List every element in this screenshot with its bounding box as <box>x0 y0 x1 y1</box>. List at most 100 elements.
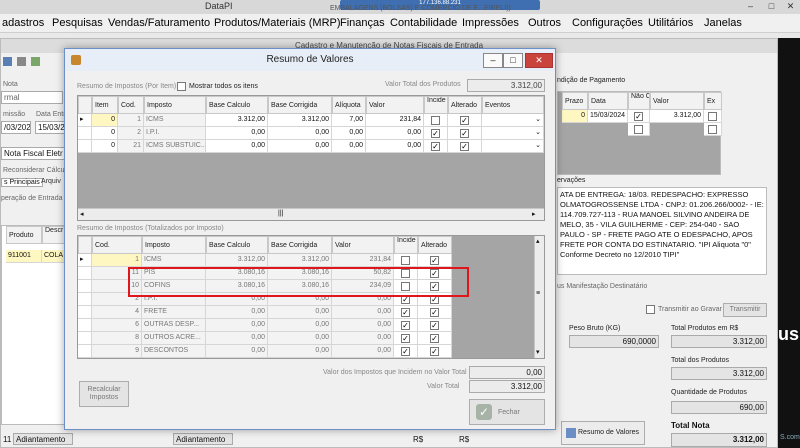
grid2-cod-cell[interactable]: 1 <box>92 254 142 267</box>
grid2-cod-cell[interactable]: 9 <box>92 345 142 358</box>
alterado-checkbox[interactable]: ✓ <box>430 334 439 343</box>
adiantamento-field[interactable]: Adiantamento <box>13 433 73 445</box>
grid1-item-cell[interactable]: 0 <box>92 127 118 140</box>
grid1-incide-cell[interactable]: ✓ <box>424 140 448 153</box>
ex-cell-2[interactable] <box>704 123 722 136</box>
valor-cell[interactable]: 3.312,00 <box>650 110 704 123</box>
grid2-valor-cell[interactable]: 0,00 <box>332 345 394 358</box>
grid2-imposto-cell[interactable]: OUTROS ACRE... <box>142 332 206 345</box>
print-icon[interactable] <box>17 57 26 66</box>
menu-vendas[interactable]: Vendas/Faturamento <box>108 17 210 29</box>
grid2-incide-cell[interactable] <box>394 254 418 267</box>
grid2-incide-cell[interactable]: ✓ <box>394 332 418 345</box>
grid1-base-cell[interactable]: 0,00 <box>206 127 268 140</box>
grid2-valor-cell[interactable]: 0,00 <box>332 319 394 332</box>
entrada-field[interactable]: 15/03/2 <box>35 121 65 134</box>
grid2-base-cell[interactable]: 0,00 <box>206 306 268 319</box>
menu-produtos[interactable]: Produtos/Materiais (MRP) <box>214 17 341 29</box>
descr-cell[interactable]: COLA <box>42 250 66 263</box>
grid2-valor-cell[interactable]: 0,00 <box>332 332 394 345</box>
grid1-alterado-cell[interactable]: ✓ <box>448 114 482 127</box>
grid2-base-cell[interactable]: 0,00 <box>206 345 268 358</box>
grid1-alterado-cell[interactable]: ✓ <box>448 127 482 140</box>
alterado-checkbox[interactable]: ✓ <box>460 129 469 138</box>
grid2-valor-cell[interactable]: 231,84 <box>332 254 394 267</box>
grid2-base-cell[interactable]: 0,00 <box>206 332 268 345</box>
menu-configuracoes[interactable]: Configurações <box>572 17 643 29</box>
grid1-incide-cell[interactable] <box>424 114 448 127</box>
resumo-valores-button[interactable]: Resumo de Valores <box>561 421 645 445</box>
alterado-checkbox[interactable]: ✓ <box>430 321 439 330</box>
ex-checkbox-2[interactable] <box>708 125 717 134</box>
grid2-alterado-cell[interactable]: ✓ <box>418 345 452 358</box>
grid2-alterado-cell[interactable]: ✓ <box>418 319 452 332</box>
grid1-aliquota-cell[interactable]: 0,00 <box>332 140 366 153</box>
menu-utilitarios[interactable]: Utilitários <box>648 17 693 29</box>
chevron-down-icon[interactable]: ⌄ <box>535 140 541 152</box>
scroll-up-icon[interactable]: ▴ <box>536 237 540 245</box>
tab-arquivo[interactable]: Arquiv <box>41 178 61 185</box>
menu-financas[interactable]: Finanças <box>340 17 385 29</box>
recalcular-impostos-button[interactable]: Recalcular Impostos <box>79 381 129 407</box>
chevron-down-icon[interactable]: ⌄ <box>535 127 541 139</box>
alterado-checkbox[interactable]: ✓ <box>460 116 469 125</box>
grid2-imposto-cell[interactable]: OUTRAS DESP... <box>142 319 206 332</box>
grid1-valor-cell[interactable]: 231,84 <box>366 114 424 127</box>
grid1-cod-cell[interactable]: 2 <box>118 127 144 140</box>
incide-checkbox[interactable]: ✓ <box>431 129 440 138</box>
nota-tipo-field[interactable]: rmal <box>1 91 63 104</box>
save-icon[interactable] <box>3 57 12 66</box>
scroll-left-icon[interactable]: ◂ <box>80 210 84 218</box>
grid2-imposto-cell[interactable]: FRETE <box>142 306 206 319</box>
data-cell[interactable]: 15/03/2024 <box>588 110 628 123</box>
incide-checkbox[interactable] <box>401 256 410 265</box>
grid1-eventos-dropdown[interactable]: ⌄ <box>482 140 544 153</box>
grid2-base-cell[interactable]: 3.312,00 <box>206 254 268 267</box>
adiantamento-field-2[interactable]: Adiantamento <box>173 433 233 445</box>
incide-checkbox[interactable]: ✓ <box>401 347 410 356</box>
produto-cell[interactable]: 911001 <box>6 250 42 263</box>
grid1-cod-cell[interactable]: 1 <box>118 114 144 127</box>
alterado-checkbox[interactable]: ✓ <box>430 347 439 356</box>
ex-cell[interactable] <box>704 110 722 123</box>
menu-contabilidade[interactable]: Contabilidade <box>390 17 457 29</box>
grid2-corrigida-cell[interactable]: 0,00 <box>268 306 332 319</box>
transmitir-gravar-checkbox[interactable] <box>646 305 655 314</box>
alterado-checkbox[interactable]: ✓ <box>460 142 469 151</box>
alterado-checkbox[interactable]: ✓ <box>430 256 439 265</box>
nao-calc-cell-2[interactable] <box>628 123 650 136</box>
menu-pesquisas[interactable]: Pesquisas <box>52 17 103 29</box>
grid1-hscrollbar[interactable]: ◂ ▸ ||| <box>78 208 544 220</box>
undo-icon[interactable] <box>31 57 40 66</box>
alterado-checkbox[interactable]: ✓ <box>430 308 439 317</box>
mostrar-todos-checkbox[interactable] <box>177 82 186 91</box>
grid1-aliquota-cell[interactable]: 0,00 <box>332 127 366 140</box>
grid2-valor-cell[interactable]: 0,00 <box>332 306 394 319</box>
grid2-incide-cell[interactable]: ✓ <box>394 306 418 319</box>
grid2-corrigida-cell[interactable]: 3.312,00 <box>268 254 332 267</box>
menu-impressoes[interactable]: Impressões <box>462 17 519 29</box>
grid2-base-cell[interactable]: 0,00 <box>206 319 268 332</box>
grid1-imposto-cell[interactable]: ICMS <box>144 114 206 127</box>
grid2-corrigida-cell[interactable]: 0,00 <box>268 319 332 332</box>
incide-checkbox[interactable]: ✓ <box>401 308 410 317</box>
grid2-alterado-cell[interactable]: ✓ <box>418 332 452 345</box>
grid2-cod-cell[interactable]: 8 <box>92 332 142 345</box>
minimize-button[interactable]: – <box>740 0 761 12</box>
grid1-alterado-cell[interactable]: ✓ <box>448 140 482 153</box>
fechar-button[interactable]: ✓ Fechar <box>469 399 545 425</box>
grid2-corrigida-cell[interactable]: 0,00 <box>268 332 332 345</box>
incide-checkbox[interactable] <box>431 116 440 125</box>
grid1-aliquota-cell[interactable]: 7,00 <box>332 114 366 127</box>
ex-checkbox[interactable] <box>708 112 717 121</box>
grid1-item-cell[interactable]: 0 <box>92 140 118 153</box>
grid2-cod-cell[interactable]: 4 <box>92 306 142 319</box>
grid1-corrigida-cell[interactable]: 3.312,00 <box>268 114 332 127</box>
menu-cadastros[interactable]: adastros <box>2 17 44 29</box>
grid2-corrigida-cell[interactable]: 0,00 <box>268 345 332 358</box>
tipo-nota-field[interactable]: Nota Fiscal Eletr <box>1 147 65 160</box>
grid1-cod-cell[interactable]: 21 <box>118 140 144 153</box>
transmitir-button[interactable]: Transmitir <box>723 303 767 317</box>
close-window-button[interactable]: ✕ <box>780 0 800 12</box>
scroll-thumb-v-icon[interactable]: ≡ <box>536 290 540 297</box>
